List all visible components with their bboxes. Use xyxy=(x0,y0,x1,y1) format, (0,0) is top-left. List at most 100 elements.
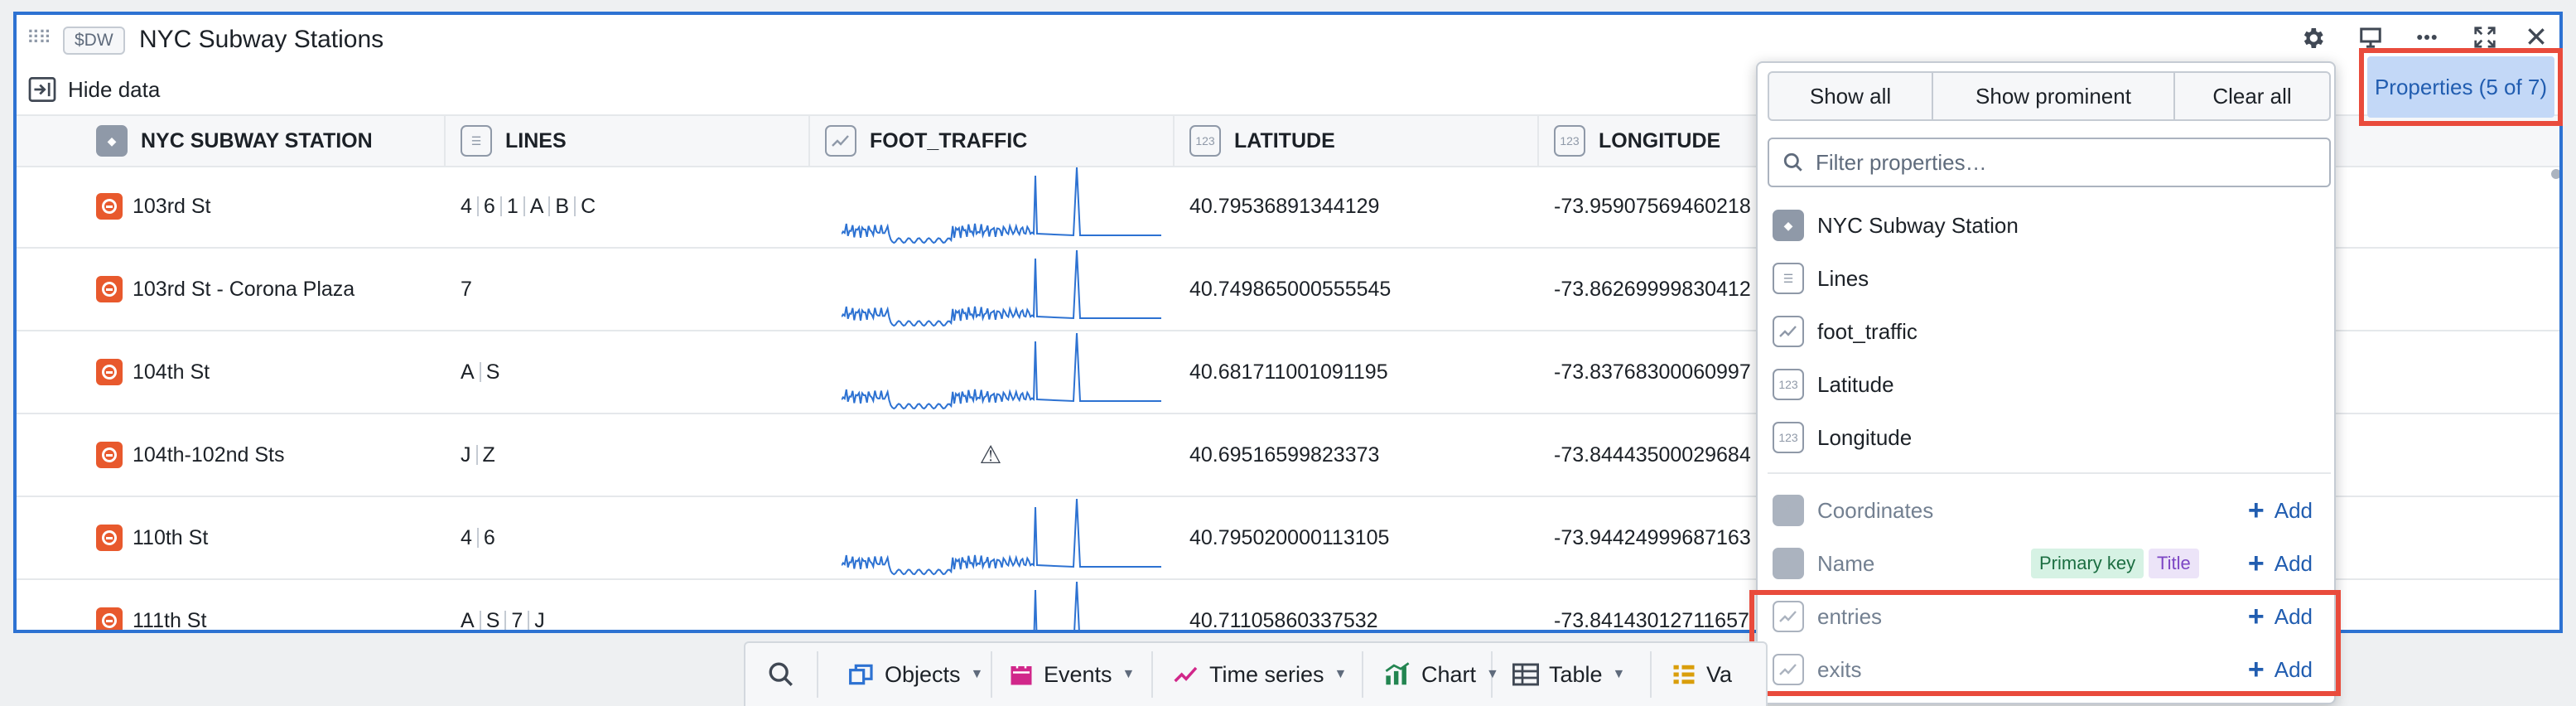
chevron-down-icon: ▼ xyxy=(1612,667,1626,681)
objects-icon xyxy=(848,662,875,687)
column-header-station[interactable]: ◆ NYC SUBWAY STATION xyxy=(96,116,373,166)
list-icon: ☰ xyxy=(461,125,492,157)
foot-traffic-cell[interactable] xyxy=(842,580,1161,630)
toolbar-va-button[interactable]: Va xyxy=(1672,643,1732,706)
filter-properties-field[interactable] xyxy=(1768,138,2331,187)
quote-icon: ❞ xyxy=(1773,548,1804,579)
toolbar-time-series-button[interactable]: Time series ▼ xyxy=(1173,643,1347,706)
calendar-icon xyxy=(1009,662,1034,687)
toolbar-objects-button[interactable]: Objects ▼ xyxy=(848,643,983,706)
drag-handle-icon[interactable]: ⠿⠿ xyxy=(27,29,51,47)
latitude-cell: 40.681711001091195 xyxy=(1189,360,1388,384)
toolbar-label: Chart xyxy=(1421,661,1477,687)
column-label: FOOT_TRAFFIC xyxy=(870,128,1028,152)
column-divider[interactable] xyxy=(1173,116,1175,166)
plus-icon: + xyxy=(2247,548,2265,579)
lines-cell: AS xyxy=(461,331,504,413)
line-badge: 7 xyxy=(461,278,472,301)
station-object-icon xyxy=(96,525,123,551)
latitude-cell: 40.749865000555545 xyxy=(1189,277,1392,301)
toolbar-divider xyxy=(991,651,992,698)
property-item[interactable]: foot_traffic xyxy=(1768,308,2331,355)
toolbar-label: Time series xyxy=(1209,661,1324,687)
timeseries-icon xyxy=(1173,663,1199,686)
column-header-foot-traffic[interactable]: FOOT_TRAFFIC xyxy=(825,116,1027,166)
property-label: foot_traffic xyxy=(1817,318,1918,344)
column-header-lines[interactable]: ☰ LINES xyxy=(461,116,567,166)
vertical-scrollbar[interactable] xyxy=(2551,169,2559,179)
plus-icon: + xyxy=(2247,495,2265,526)
longitude-cell: -73.86269999830412 xyxy=(1554,277,1751,301)
column-label: LONGITUDE xyxy=(1599,128,1721,152)
column-divider[interactable] xyxy=(808,116,810,166)
foot-traffic-cell[interactable] xyxy=(842,497,1161,578)
quote-icon: ❞ xyxy=(1773,495,1804,526)
highlight-box-properties-button xyxy=(2359,48,2563,126)
highlight-box-hidden-properties xyxy=(1749,590,2341,696)
property-item[interactable]: 123 Longitude xyxy=(1768,414,2331,461)
lines-cell: JZ xyxy=(461,414,500,496)
search-button[interactable] xyxy=(767,643,795,706)
chevron-down-icon: ▼ xyxy=(970,667,984,681)
toolbar-divider xyxy=(1650,651,1652,698)
widget-title: NYC Subway Stations xyxy=(139,26,384,53)
add-property-button[interactable]: + Add xyxy=(2247,548,2313,579)
latitude-cell: 40.795020000113105 xyxy=(1189,525,1390,549)
foot-traffic-cell[interactable] xyxy=(842,166,1161,247)
object-icon: ◆ xyxy=(96,125,128,157)
station-object-icon xyxy=(96,359,123,385)
line-badge: 7 xyxy=(504,611,528,630)
longitude-cell: -73.84143012711657 xyxy=(1554,608,1749,632)
lines-cell: 46 xyxy=(461,497,500,578)
station-cell[interactable]: 110th St xyxy=(96,497,208,578)
title-badge: Title xyxy=(2149,549,2199,578)
search-icon xyxy=(1783,152,1802,172)
gear-icon[interactable] xyxy=(2296,25,2329,55)
property-item[interactable]: ◆ NYC Subway Station xyxy=(1768,202,2331,249)
property-label: Lines xyxy=(1817,265,1869,291)
show-all-button[interactable]: Show all xyxy=(1769,73,1932,119)
add-property-button[interactable]: + Add xyxy=(2247,495,2313,526)
filter-properties-input[interactable] xyxy=(1814,148,2314,176)
station-cell[interactable]: 103rd St xyxy=(96,166,211,247)
station-name: 104th St xyxy=(133,360,210,384)
property-label: Name xyxy=(1817,550,1875,576)
station-cell[interactable]: 103rd St - Corona Plaza xyxy=(96,249,355,330)
number-icon: 123 xyxy=(1554,125,1585,157)
station-cell[interactable]: 104th St xyxy=(96,331,210,413)
foot-traffic-cell[interactable] xyxy=(842,331,1161,413)
hide-data-button[interactable]: Hide data xyxy=(28,73,160,106)
column-header-longitude[interactable]: 123 LONGITUDE xyxy=(1554,116,1720,166)
longitude-cell: -73.95907569460218 xyxy=(1554,194,1751,218)
toolbar-table-button[interactable]: Table ▼ xyxy=(1512,643,1625,706)
property-divider xyxy=(1768,472,2331,474)
line-badge: A xyxy=(461,609,475,632)
add-label: Add xyxy=(2274,497,2313,523)
station-cell[interactable]: 111th St xyxy=(96,580,206,630)
search-icon xyxy=(769,662,793,686)
toolbar-divider xyxy=(1362,651,1363,698)
warning-icon: ⚠ xyxy=(979,441,1002,469)
widget-titlebar: ⠿⠿ $DW NYC Subway Stations xyxy=(17,15,2559,65)
hide-data-icon xyxy=(28,77,56,102)
toolbar-events-button[interactable]: Events ▼ xyxy=(1009,643,1135,706)
line-badge: A xyxy=(523,196,549,217)
longitude-cell: -73.94424999687163 xyxy=(1554,525,1751,549)
station-cell[interactable]: 104th-102nd Sts xyxy=(96,414,284,496)
property-item[interactable]: ☰ Lines xyxy=(1768,255,2331,302)
property-item[interactable]: 123 Latitude xyxy=(1768,361,2331,408)
property-label: NYC Subway Station xyxy=(1817,212,2019,238)
line-badge: J xyxy=(461,443,471,467)
timeseries-icon xyxy=(1773,316,1804,347)
column-divider[interactable] xyxy=(444,116,446,166)
toolbar-divider xyxy=(817,651,818,698)
toolbar-label: Objects xyxy=(885,661,961,687)
clear-all-button[interactable]: Clear all xyxy=(2173,73,2329,119)
column-divider[interactable] xyxy=(1537,116,1539,166)
show-prominent-button[interactable]: Show prominent xyxy=(1932,73,2173,119)
foot-traffic-cell[interactable] xyxy=(842,249,1161,330)
line-badge: S xyxy=(479,362,505,383)
toolbar-chart-button[interactable]: Chart ▼ xyxy=(1383,643,1499,706)
station-object-icon xyxy=(96,193,123,220)
column-header-latitude[interactable]: 123 LATITUDE xyxy=(1189,116,1335,166)
